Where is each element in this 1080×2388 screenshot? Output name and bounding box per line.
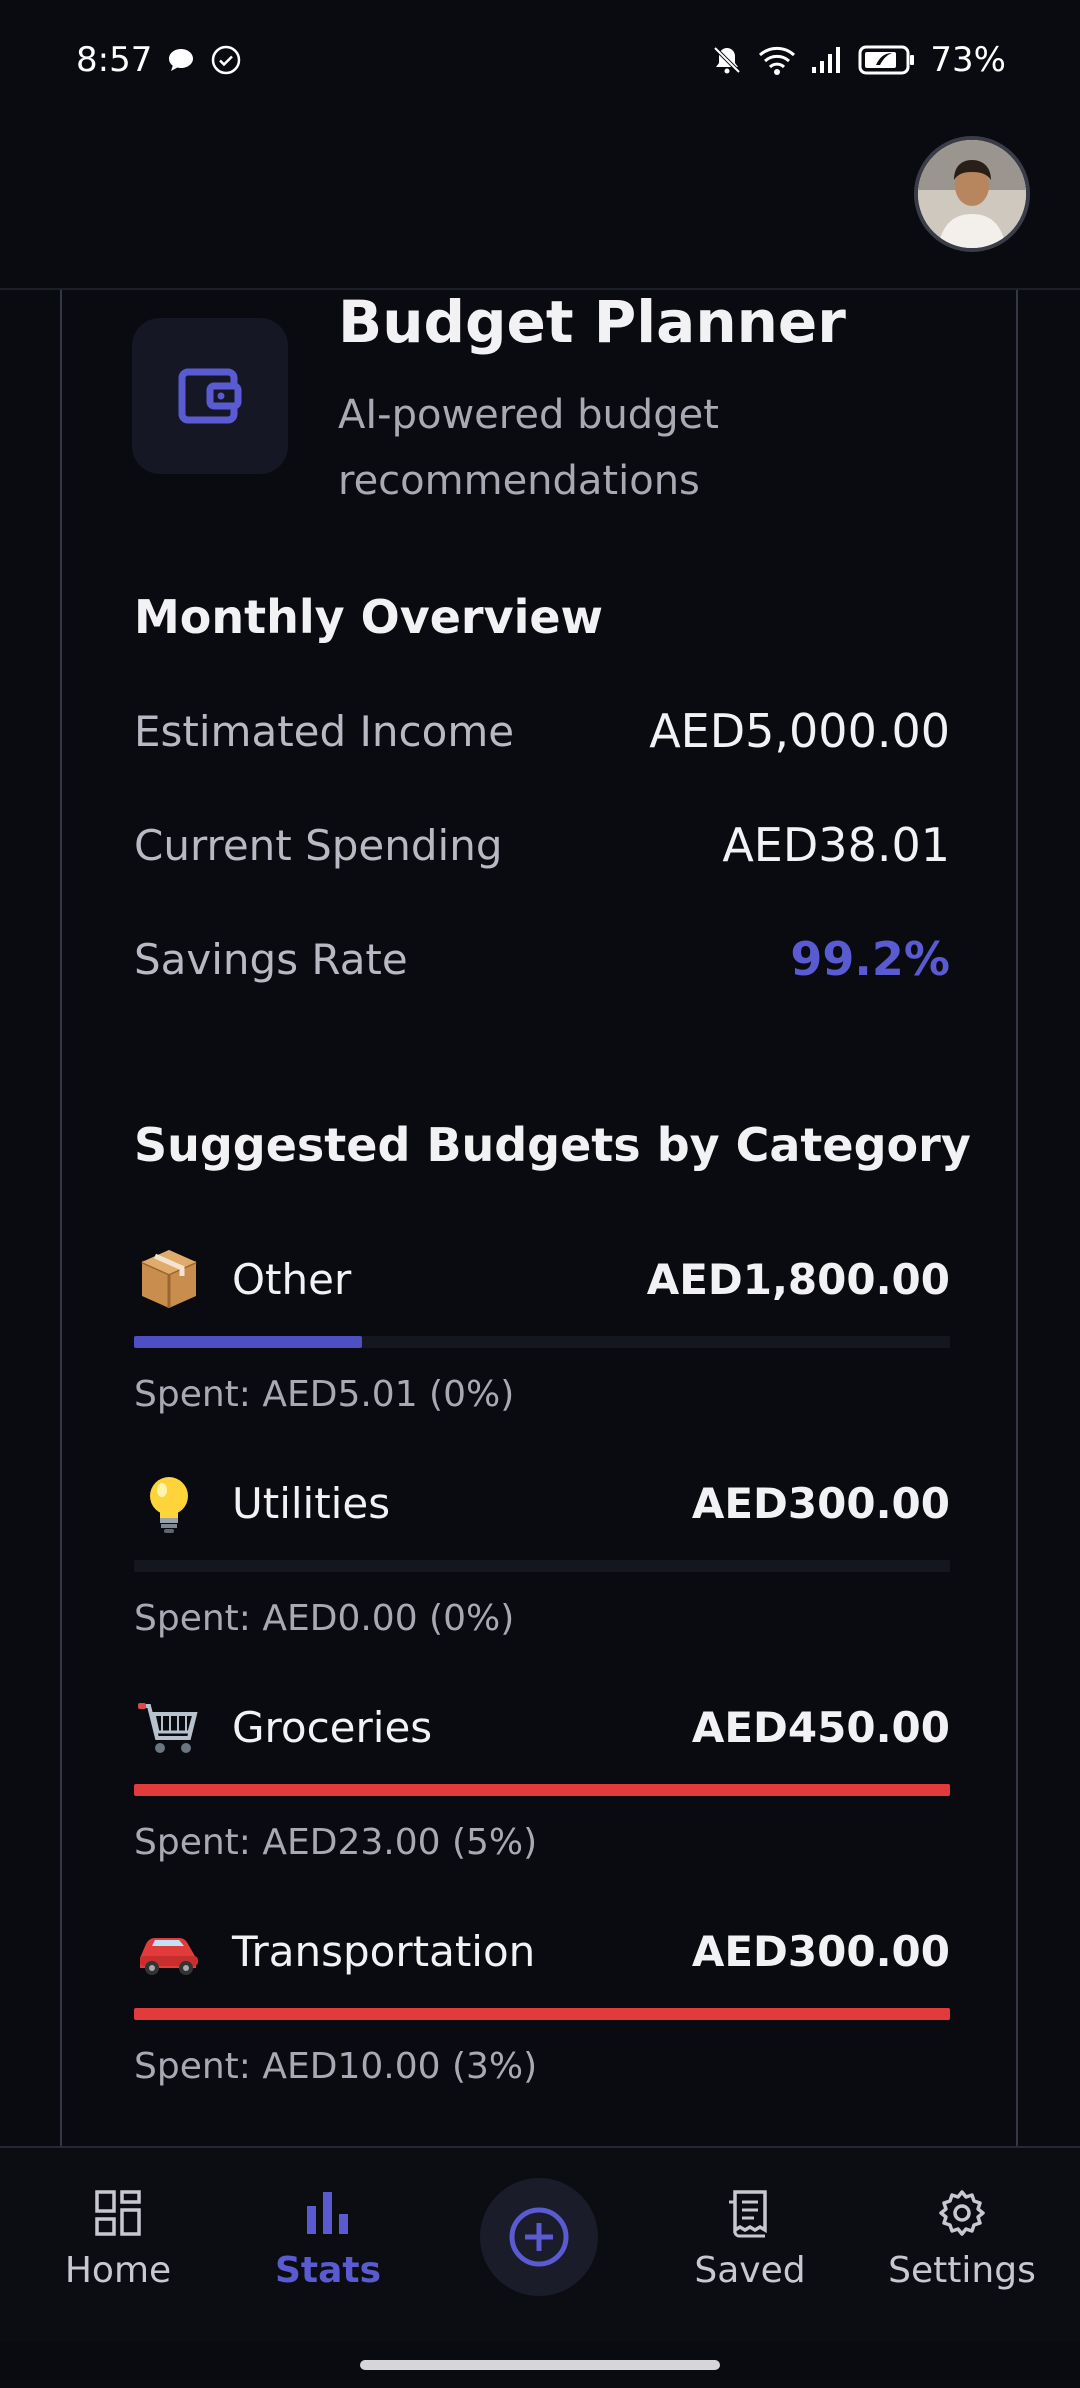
avatar-photo-icon [918, 140, 1026, 248]
category-item[interactable]: Transportation AED300.00 Spent: AED10.00… [134, 1916, 950, 2116]
category-item[interactable]: Utilities AED300.00 Spent: AED0.00 (0%) [134, 1468, 950, 1668]
category-amount: AED450.00 [691, 1702, 950, 1752]
progress-bar [134, 2008, 950, 2020]
status-bar: 8:57 73% [0, 0, 1080, 120]
savings-value: 99.2% [790, 932, 950, 986]
progress-fill [134, 1336, 363, 1348]
shopping-cart-icon [134, 1692, 204, 1762]
app-header [0, 120, 1080, 290]
nav-saved[interactable]: Saved [660, 2188, 840, 2328]
overview-row-income: Estimated Income AED5,000.00 [134, 704, 950, 758]
wallet-icon-box [132, 318, 288, 474]
battery-percentage: 73% [930, 40, 1006, 80]
bar-chart-icon [307, 2192, 348, 2234]
nav-home[interactable]: Home [28, 2188, 208, 2328]
overview-row-savings: Savings Rate 99.2% [134, 932, 950, 986]
battery-icon [858, 44, 916, 76]
savings-label: Savings Rate [134, 934, 408, 984]
signal-icon [810, 45, 844, 75]
bottom-nav: Home Stats Saved Settings [0, 2146, 1080, 2342]
progress-fill [134, 1784, 950, 1796]
nav-saved-label: Saved [694, 2250, 806, 2291]
budget-planner-screen: 8:57 73% Budget Planner AI-powered budge… [0, 0, 1080, 2388]
nav-settings[interactable]: Settings [872, 2188, 1052, 2328]
category-name: Other [232, 1254, 352, 1304]
category-name: Utilities [232, 1478, 391, 1528]
budget-card: Budget Planner AI-powered budget recomme… [60, 290, 1018, 2146]
category-amount: AED300.00 [691, 1926, 950, 1976]
category-amount: AED300.00 [691, 1478, 950, 1528]
receipt-icon [729, 2190, 767, 2238]
category-name: Groceries [232, 1702, 433, 1752]
gear-icon [939, 2190, 985, 2236]
page-title: Budget Planner [338, 288, 846, 356]
nav-home-label: Home [64, 2250, 172, 2291]
category-spent: Spent: AED0.00 (0%) [134, 1598, 515, 1639]
category-spent: Spent: AED5.01 (0%) [134, 1374, 515, 1415]
wifi-icon [758, 44, 796, 76]
monthly-overview-title: Monthly Overview [134, 590, 604, 644]
dashboard-icon [95, 2190, 141, 2236]
progress-bar [134, 1336, 950, 1348]
nav-settings-label: Settings [888, 2250, 1036, 2291]
income-value: AED5,000.00 [649, 704, 950, 758]
package-icon [134, 1244, 204, 1314]
progress-bar [134, 1560, 950, 1572]
add-button[interactable] [480, 2178, 598, 2296]
suggested-budgets-title: Suggested Budgets by Category [134, 1118, 971, 1172]
status-time: 8:57 [76, 40, 153, 80]
category-amount: AED1,800.00 [646, 1254, 950, 1304]
nav-stats-label: Stats [274, 2250, 382, 2291]
car-icon [134, 1916, 204, 1986]
spending-value: AED38.01 [722, 818, 950, 872]
lightbulb-icon [134, 1468, 204, 1538]
check-circle-icon [210, 44, 242, 76]
progress-bar [134, 1784, 950, 1796]
category-name: Transportation [232, 1926, 536, 1976]
nav-stats[interactable]: Stats [238, 2188, 418, 2328]
page-subtitle: AI-powered budget recommendations [338, 392, 719, 504]
wallet-icon [178, 368, 242, 424]
category-spent: Spent: AED23.00 (5%) [134, 1822, 538, 1863]
category-item[interactable]: Groceries AED450.00 Spent: AED23.00 (5%) [134, 1692, 950, 1892]
avatar[interactable] [914, 136, 1030, 252]
chat-notification-icon [166, 45, 196, 75]
gesture-navigation-bar[interactable] [360, 2360, 720, 2370]
bell-muted-icon [710, 43, 744, 77]
progress-fill [134, 2008, 950, 2020]
plus-circle-icon [509, 2207, 569, 2267]
overview-row-spending: Current Spending AED38.01 [134, 818, 950, 872]
income-label: Estimated Income [134, 706, 515, 756]
spending-label: Current Spending [134, 820, 503, 870]
category-spent: Spent: AED10.00 (3%) [134, 2046, 538, 2087]
category-item[interactable]: Other AED1,800.00 Spent: AED5.01 (0%) [134, 1244, 950, 1444]
